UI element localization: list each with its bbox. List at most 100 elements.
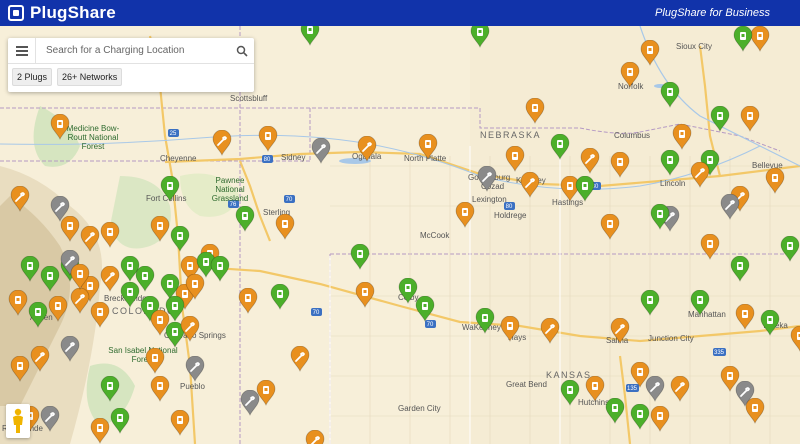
charging-station-pin-green[interactable] bbox=[710, 106, 730, 132]
charging-station-pin-orange[interactable] bbox=[275, 214, 295, 240]
charging-station-pin-orange[interactable] bbox=[70, 264, 90, 290]
charging-station-pin-orange[interactable] bbox=[8, 290, 28, 316]
charging-station-pin-orange[interactable] bbox=[90, 302, 110, 328]
charging-station-pin-orange[interactable] bbox=[500, 316, 520, 342]
charging-station-pin-orange[interactable] bbox=[700, 234, 720, 260]
charging-station-pin-orange[interactable] bbox=[600, 214, 620, 240]
plugshare-for-business-link[interactable]: PlugShare for Business bbox=[655, 7, 770, 19]
charging-station-pin-gray[interactable] bbox=[240, 390, 260, 416]
charging-station-pin-orange[interactable] bbox=[765, 168, 785, 194]
charging-station-pin-green[interactable] bbox=[640, 290, 660, 316]
charging-station-pin-gray[interactable] bbox=[50, 196, 70, 222]
street-view-pegman[interactable] bbox=[6, 404, 30, 438]
charging-station-pin-green[interactable] bbox=[350, 244, 370, 270]
charging-station-pin-orange[interactable] bbox=[355, 282, 375, 308]
charging-station-pin-green[interactable] bbox=[605, 398, 625, 424]
charging-station-pin-green[interactable] bbox=[28, 302, 48, 328]
charging-station-pin-orange[interactable] bbox=[238, 288, 258, 314]
charging-station-pin-green[interactable] bbox=[760, 310, 780, 336]
charging-station-pin-orange[interactable] bbox=[10, 356, 30, 382]
charging-station-pin-orange[interactable] bbox=[735, 304, 755, 330]
plugshare-logo[interactable]: PlugShare bbox=[8, 3, 116, 23]
charging-station-pin-orange[interactable] bbox=[650, 406, 670, 432]
charging-station-pin-gray[interactable] bbox=[40, 406, 60, 432]
charging-station-pin-green[interactable] bbox=[630, 404, 650, 430]
charging-station-pin-orange[interactable] bbox=[640, 40, 660, 66]
charging-station-pin-orange[interactable] bbox=[100, 266, 120, 292]
charging-station-pin-gray[interactable] bbox=[60, 336, 80, 362]
charging-station-pin-orange[interactable] bbox=[258, 126, 278, 152]
charging-station-pin-green[interactable] bbox=[733, 26, 753, 52]
charging-station-pin-green[interactable] bbox=[40, 266, 60, 292]
charging-station-pin-orange[interactable] bbox=[50, 114, 70, 140]
charging-station-pin-orange[interactable] bbox=[418, 134, 438, 160]
charging-station-pin-orange[interactable] bbox=[745, 398, 765, 424]
charging-station-pin-orange[interactable] bbox=[90, 418, 110, 444]
charging-station-pin-green[interactable] bbox=[100, 376, 120, 402]
charging-station-pin-green[interactable] bbox=[470, 26, 490, 48]
search-button[interactable] bbox=[230, 38, 254, 64]
charging-station-pin-gray[interactable] bbox=[311, 138, 331, 164]
charging-station-pin-orange[interactable] bbox=[740, 106, 760, 132]
charging-station-pin-green[interactable] bbox=[660, 150, 680, 176]
charging-station-pin-orange[interactable] bbox=[620, 62, 640, 88]
charging-station-pin-orange[interactable] bbox=[100, 222, 120, 248]
charging-station-pin-orange[interactable] bbox=[672, 124, 692, 150]
charging-station-pin-orange[interactable] bbox=[585, 376, 605, 402]
charging-station-pin-orange[interactable] bbox=[610, 318, 630, 344]
networks-filter-button[interactable]: 26+ Networks bbox=[57, 68, 123, 86]
charging-station-pin-orange[interactable] bbox=[540, 318, 560, 344]
charging-station-pin-orange[interactable] bbox=[290, 346, 310, 372]
charging-station-pin-orange[interactable] bbox=[145, 348, 165, 374]
charging-station-pin-orange[interactable] bbox=[610, 152, 630, 178]
charging-station-pin-orange[interactable] bbox=[185, 274, 205, 300]
charging-station-pin-gray[interactable] bbox=[185, 356, 205, 382]
charging-station-pin-orange[interactable] bbox=[212, 130, 232, 156]
search-input[interactable] bbox=[36, 38, 230, 63]
charging-station-pin-orange[interactable] bbox=[170, 410, 190, 436]
charging-station-pin-green[interactable] bbox=[160, 176, 180, 202]
charging-station-pin-orange[interactable] bbox=[48, 296, 68, 322]
charging-station-pin-green[interactable] bbox=[660, 82, 680, 108]
menu-button[interactable] bbox=[8, 37, 36, 64]
charging-station-pin-green[interactable] bbox=[270, 284, 290, 310]
charging-station-pin-orange[interactable] bbox=[305, 430, 325, 444]
charging-station-pin-gray[interactable] bbox=[720, 194, 740, 220]
charging-station-pin-orange[interactable] bbox=[790, 326, 800, 352]
charging-station-pin-orange[interactable] bbox=[525, 98, 545, 124]
charging-station-pin-green[interactable] bbox=[550, 134, 570, 160]
charging-station-pin-orange[interactable] bbox=[520, 172, 540, 198]
charging-station-pin-orange[interactable] bbox=[150, 216, 170, 242]
charging-station-pin-orange[interactable] bbox=[455, 202, 475, 228]
charging-station-pin-green[interactable] bbox=[210, 256, 230, 282]
charging-station-pin-orange[interactable] bbox=[750, 26, 770, 52]
charging-station-pin-green[interactable] bbox=[235, 206, 255, 232]
charging-station-pin-orange[interactable] bbox=[670, 376, 690, 402]
charging-station-pin-orange[interactable] bbox=[580, 148, 600, 174]
charging-station-pin-green[interactable] bbox=[300, 26, 320, 46]
charging-station-pin-orange[interactable] bbox=[690, 162, 710, 188]
charging-station-pin-orange[interactable] bbox=[80, 226, 100, 252]
charging-station-pin-green[interactable] bbox=[110, 408, 130, 434]
charging-station-pin-green[interactable] bbox=[690, 290, 710, 316]
charging-station-pin-gray[interactable] bbox=[477, 166, 497, 192]
charging-station-pin-green[interactable] bbox=[135, 266, 155, 292]
charging-station-pin-green[interactable] bbox=[650, 204, 670, 230]
charging-station-pin-orange[interactable] bbox=[357, 136, 377, 162]
charging-station-pin-gray[interactable] bbox=[645, 376, 665, 402]
charging-station-pin-orange[interactable] bbox=[30, 346, 50, 372]
charging-station-pin-green[interactable] bbox=[560, 380, 580, 406]
charging-station-pin-orange[interactable] bbox=[10, 186, 30, 212]
charging-station-pin-orange[interactable] bbox=[70, 288, 90, 314]
charging-station-pin-green[interactable] bbox=[415, 296, 435, 322]
charging-station-pin-orange[interactable] bbox=[505, 146, 525, 172]
charging-station-pin-green[interactable] bbox=[780, 236, 800, 262]
charging-station-pin-green[interactable] bbox=[475, 308, 495, 334]
charging-station-pin-green[interactable] bbox=[20, 256, 40, 282]
plugs-filter-button[interactable]: 2 Plugs bbox=[12, 68, 53, 86]
charging-station-pin-orange[interactable] bbox=[150, 376, 170, 402]
charging-station-pin-green[interactable] bbox=[165, 296, 185, 322]
charging-station-pin-green[interactable] bbox=[575, 176, 595, 202]
charging-station-pin-green[interactable] bbox=[170, 226, 190, 252]
charging-station-pin-green[interactable] bbox=[730, 256, 750, 282]
